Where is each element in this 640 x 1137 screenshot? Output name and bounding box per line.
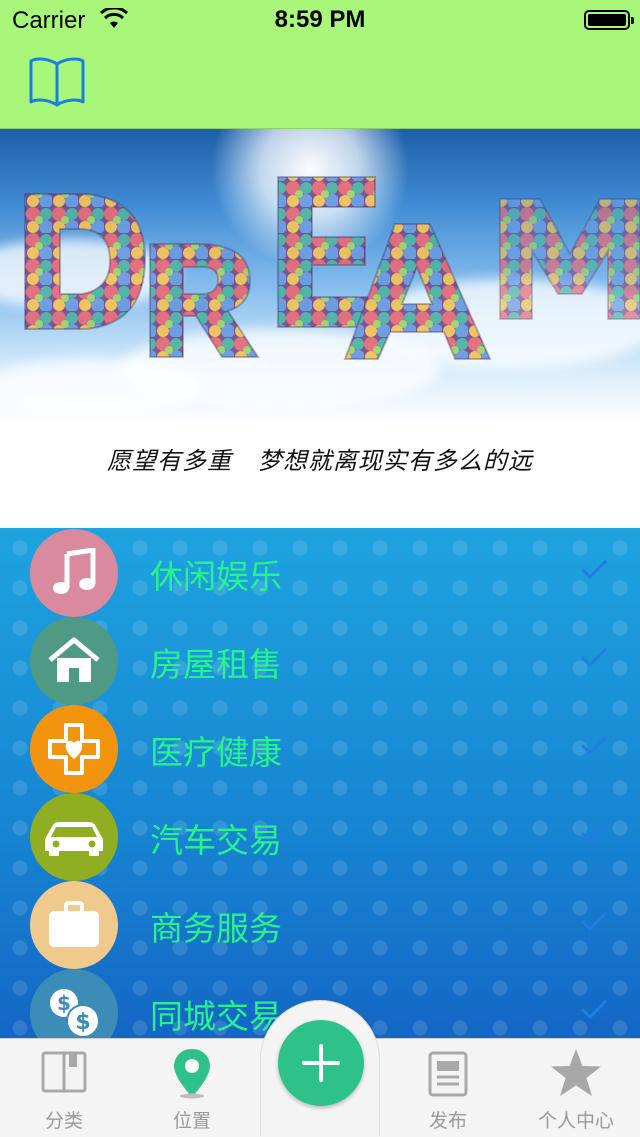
status-bar: Carrier 8:59 PM [0,0,640,40]
category-icon-circle [30,793,118,881]
category-label: 商务服务 [150,909,282,948]
category-icon-circle [30,529,118,617]
briefcase-icon [49,901,99,947]
category-row-housing[interactable]: 房屋租售 [0,616,640,705]
slogan-text: 愿望有多重 梦想就离现实有多么的远 [107,447,533,475]
svg-text:$: $ [75,1010,90,1035]
tab-label: 分类 [44,1110,83,1132]
tab-label: 位置 [172,1110,211,1132]
category-icon-circle [30,705,118,793]
category-row-business[interactable]: 商务服务 [0,880,640,969]
money-exchange-icon: $ $ [50,989,100,1038]
category-list: 休闲娱乐 房屋租售 医疗健康 汽车交易 商务服务 $ $ 同城交易 [0,528,640,1038]
location-pin-icon [174,1049,210,1099]
category-book-icon [41,1051,87,1093]
tab-profile[interactable]: 个人中心 [512,1039,640,1137]
dream-logo [24,176,640,360]
category-label: 房屋租售 [150,645,282,684]
tab-publish[interactable]: 发布 [384,1039,512,1137]
document-icon [428,1051,468,1097]
book-icon[interactable] [28,56,86,108]
checkmark-icon [580,559,608,580]
category-icon-circle [30,881,118,969]
category-row-leisure[interactable]: 休闲娱乐 [0,528,640,617]
category-label: 同城交易 [150,997,282,1036]
clock: 8:59 PM [274,6,366,33]
category-row-medical[interactable]: 医疗健康 [0,704,640,793]
nav-bar [0,40,640,129]
svg-text:$: $ [57,991,71,1015]
tab-label: 个人中心 [537,1110,614,1132]
tab-category[interactable]: 分类 [0,1039,128,1137]
category-row-car[interactable]: 汽车交易 [0,792,640,881]
checkmark-icon [580,823,608,844]
dream-banner: 愿望有多重 梦想就离现实有多么的远 [0,129,640,528]
music-note-icon [53,548,96,594]
medical-cross-icon [48,723,100,775]
tab-location[interactable]: 位置 [128,1039,256,1137]
checkmark-icon [580,647,608,668]
category-label: 医疗健康 [150,733,282,772]
tab-label: 发布 [428,1110,467,1132]
category-icon-circle [30,617,118,705]
category-label: 汽车交易 [150,821,282,860]
checkmark-icon [580,735,608,756]
category-icon-circle: $ $ [30,969,118,1038]
car-icon [45,822,103,856]
house-icon [48,637,100,682]
battery-icon [584,10,634,30]
category-label: 休闲娱乐 [150,557,282,596]
checkmark-icon [580,911,608,932]
checkmark-icon [580,999,608,1020]
star-icon [551,1049,601,1096]
add-button[interactable] [278,1020,364,1106]
